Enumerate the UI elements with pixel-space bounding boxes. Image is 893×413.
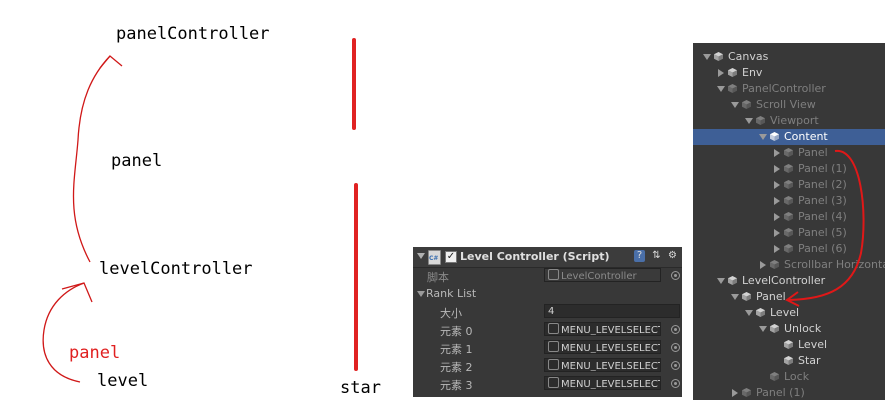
csharp-script-icon (428, 250, 441, 265)
element-value: MENU_LEVELSELECT (561, 361, 661, 372)
rank-list-label: Rank List (426, 287, 477, 300)
element-label: 元素 2 (440, 361, 473, 374)
component-header[interactable]: ✓ Level Controller (Script) ? ⇅ ⚙ (413, 247, 682, 268)
inspector-level-controller: ✓ Level Controller (Script) ? ⇅ ⚙ 脚本 Lev… (413, 247, 682, 397)
element-label: 元素 3 (440, 379, 473, 392)
element-field[interactable]: MENU_LEVELSELECT (544, 340, 661, 354)
hierarchy-annotation-arrow (785, 149, 865, 307)
object-icon (548, 359, 559, 370)
script-row: 脚本 LevelController (413, 268, 682, 284)
element-row: 元素 1 MENU_LEVELSELECT (413, 340, 682, 356)
foldout-arrow-icon[interactable] (417, 253, 425, 259)
object-picker-icon[interactable] (671, 271, 680, 280)
object-icon (548, 323, 559, 334)
component-title: Level Controller (Script) (460, 250, 610, 263)
size-input[interactable]: 4 (544, 304, 680, 318)
element-row: 元素 0 MENU_LEVELSELECT (413, 322, 682, 338)
element-value: MENU_LEVELSELECT (561, 343, 661, 354)
element-row: 元素 2 MENU_LEVELSELECT (413, 358, 682, 374)
element-value: MENU_LEVELSELECT (561, 379, 661, 390)
object-picker-icon[interactable] (671, 325, 680, 334)
element-field[interactable]: MENU_LEVELSELECT (544, 358, 661, 372)
script-asset-icon (548, 269, 559, 280)
preset-icon[interactable]: ⇅ (651, 250, 662, 262)
object-picker-icon[interactable] (671, 343, 680, 352)
size-label: 大小 (440, 307, 462, 320)
element-field[interactable]: MENU_LEVELSELECT (544, 376, 661, 390)
object-icon (548, 377, 559, 388)
size-row: 大小 4 (413, 304, 682, 320)
arrow-levelcontroller-to-panelcontroller (72, 55, 111, 263)
gear-icon[interactable]: ⚙ (667, 250, 678, 262)
script-value: LevelController (561, 271, 637, 282)
rank-list-row[interactable]: Rank List (413, 286, 682, 302)
arrowhead-top (99, 55, 123, 69)
component-enabled-checkbox[interactable]: ✓ (445, 251, 457, 263)
element-label: 元素 1 (440, 343, 473, 356)
script-field: LevelController (544, 268, 661, 282)
object-icon (548, 341, 559, 352)
script-label: 脚本 (427, 271, 449, 284)
element-value: MENU_LEVELSELECT (561, 325, 661, 336)
element-field[interactable]: MENU_LEVELSELECT (544, 322, 661, 336)
arrow-level-to-levelcontroller (42, 282, 85, 383)
element-row: 元素 3 MENU_LEVELSELECT (413, 376, 682, 392)
help-icon[interactable]: ? (634, 250, 645, 262)
rank-list-foldout-icon[interactable] (417, 291, 425, 297)
hierarchy-panel: Canvas Env PanelController Scroll View Viewp… (693, 43, 885, 400)
element-label: 元素 0 (440, 325, 473, 338)
object-picker-icon[interactable] (671, 361, 680, 370)
object-picker-icon[interactable] (671, 379, 680, 388)
